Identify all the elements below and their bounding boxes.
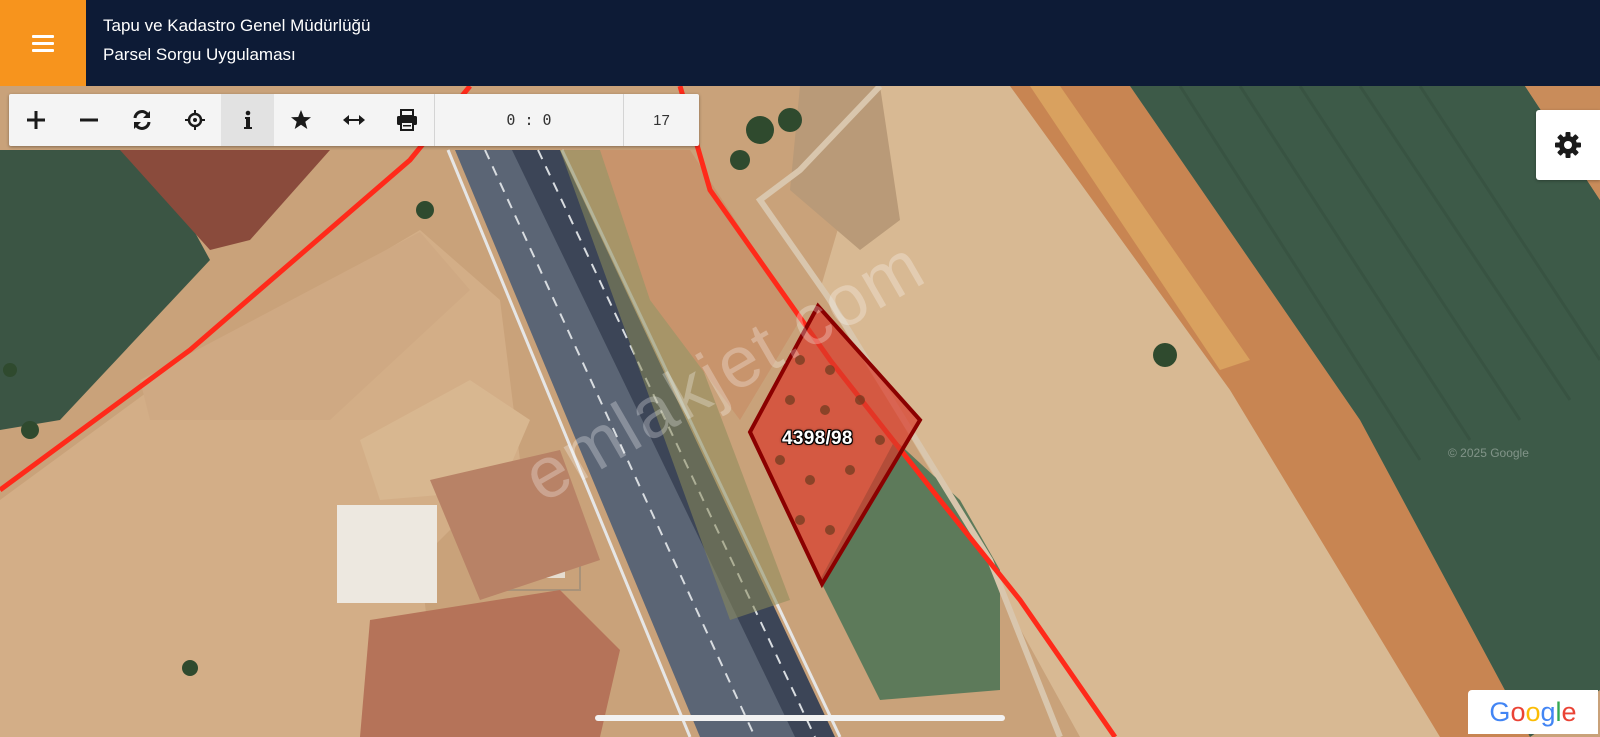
zoom-out-button[interactable] xyxy=(62,94,115,146)
app-header: Tapu ve Kadastro Genel Müdürlüğü Parsel … xyxy=(0,0,1600,86)
menu-button[interactable] xyxy=(0,0,86,86)
google-logo: Google xyxy=(1468,690,1598,734)
coordinate-display: 0 : 0 xyxy=(434,94,624,146)
minus-icon xyxy=(79,118,98,122)
map-toolbar: 0 : 0 17 xyxy=(9,94,699,146)
info-button[interactable] xyxy=(221,94,274,146)
locate-button[interactable] xyxy=(168,94,221,146)
plus-icon xyxy=(26,111,45,129)
zoom-in-button[interactable] xyxy=(9,94,62,146)
app-title: Tapu ve Kadastro Genel Müdürlüğü xyxy=(103,16,371,35)
print-button[interactable] xyxy=(380,94,433,146)
parcel-label[interactable]: 4398/98 xyxy=(782,428,853,450)
refresh-button[interactable] xyxy=(115,94,168,146)
home-indicator[interactable] xyxy=(595,715,1005,721)
crosshair-icon xyxy=(184,110,205,130)
zoom-level-display: 17 xyxy=(653,111,670,129)
arrows-horizontal-icon xyxy=(342,115,365,125)
map-copyright: © 2025 Google xyxy=(1448,446,1529,460)
settings-button[interactable] xyxy=(1536,110,1600,180)
favorite-button[interactable] xyxy=(274,94,327,146)
refresh-icon xyxy=(133,110,150,130)
app-subtitle: Parsel Sorgu Uygulaması xyxy=(103,45,296,64)
satellite-map[interactable] xyxy=(0,86,1600,737)
printer-icon xyxy=(396,109,417,131)
hamburger-menu-icon xyxy=(32,31,54,56)
gear-icon xyxy=(1555,132,1581,158)
measure-button[interactable] xyxy=(327,94,380,146)
info-icon xyxy=(243,110,252,129)
star-icon xyxy=(290,110,311,129)
